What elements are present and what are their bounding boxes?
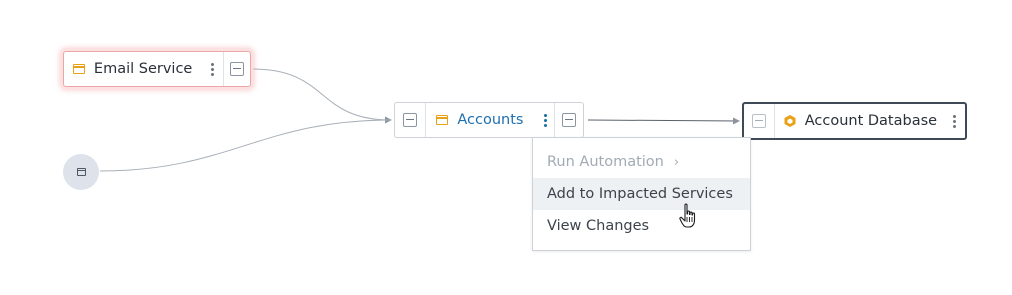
menu-item-view-changes[interactable]: View Changes [533, 210, 750, 242]
node-accounts[interactable]: Accounts [394, 102, 584, 138]
node-label: Account Database [804, 113, 938, 129]
collapse-icon [562, 113, 577, 127]
node-account-database[interactable]: Account Database [742, 102, 967, 140]
node-label: Email Service [93, 61, 193, 77]
node-collapsed-application[interactable] [63, 154, 99, 190]
node-menu-button[interactable] [537, 103, 555, 137]
chevron-right-icon: › [673, 154, 680, 170]
collapse-icon [402, 113, 417, 127]
collapse-button[interactable] [222, 52, 250, 86]
menu-item-add-to-impacted-services[interactable]: Add to Impacted Services [533, 178, 750, 210]
graph-edges [99, 68, 740, 172]
edge-accounts-to-database [587, 117, 740, 125]
application-icon [72, 64, 85, 74]
application-icon [76, 168, 86, 176]
node-menu-button[interactable] [202, 52, 223, 86]
hand-pointer-cursor-icon [679, 203, 696, 228]
edge-node-to-accounts [99, 119, 392, 172]
database-hexagon-icon [784, 115, 796, 127]
expand-upstream-button[interactable] [395, 103, 425, 137]
collapse-button[interactable] [554, 103, 583, 137]
node-menu-button[interactable] [944, 104, 965, 138]
collapse-icon [229, 62, 244, 76]
collapse-icon [751, 114, 766, 128]
menu-item-run-automation: Run Automation › [547, 154, 680, 170]
node-label-link[interactable]: Accounts [457, 112, 523, 128]
application-icon [435, 115, 448, 125]
more-vertical-icon [211, 62, 215, 76]
edge-email-to-accounts [251, 68, 392, 124]
expand-upstream-button[interactable] [744, 104, 774, 138]
node-context-menu: Run Automation › Add to Impacted Service… [532, 137, 751, 251]
dependency-graph-canvas[interactable]: Email Service Accounts Account Database … [0, 0, 1012, 295]
more-vertical-icon [953, 114, 957, 128]
more-vertical-icon [543, 113, 547, 127]
node-email-service[interactable]: Email Service [63, 51, 251, 87]
